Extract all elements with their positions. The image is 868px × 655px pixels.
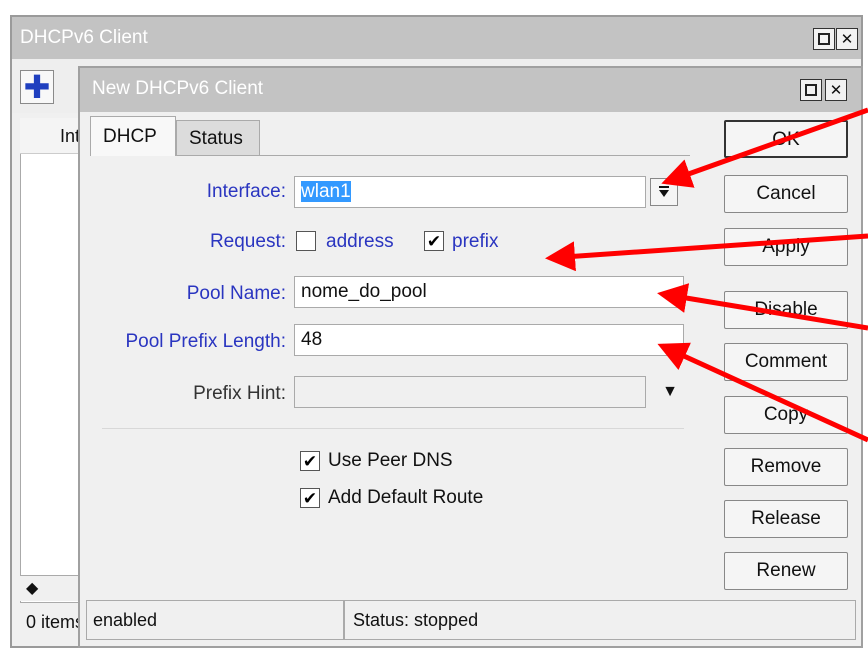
arrow-to-pool-name [657, 283, 868, 331]
arrow-to-request [545, 233, 868, 272]
arrow-to-pool-prefix-length [657, 342, 868, 443]
arrow-to-interface [661, 107, 868, 188]
annotation-arrows [545, 107, 868, 443]
